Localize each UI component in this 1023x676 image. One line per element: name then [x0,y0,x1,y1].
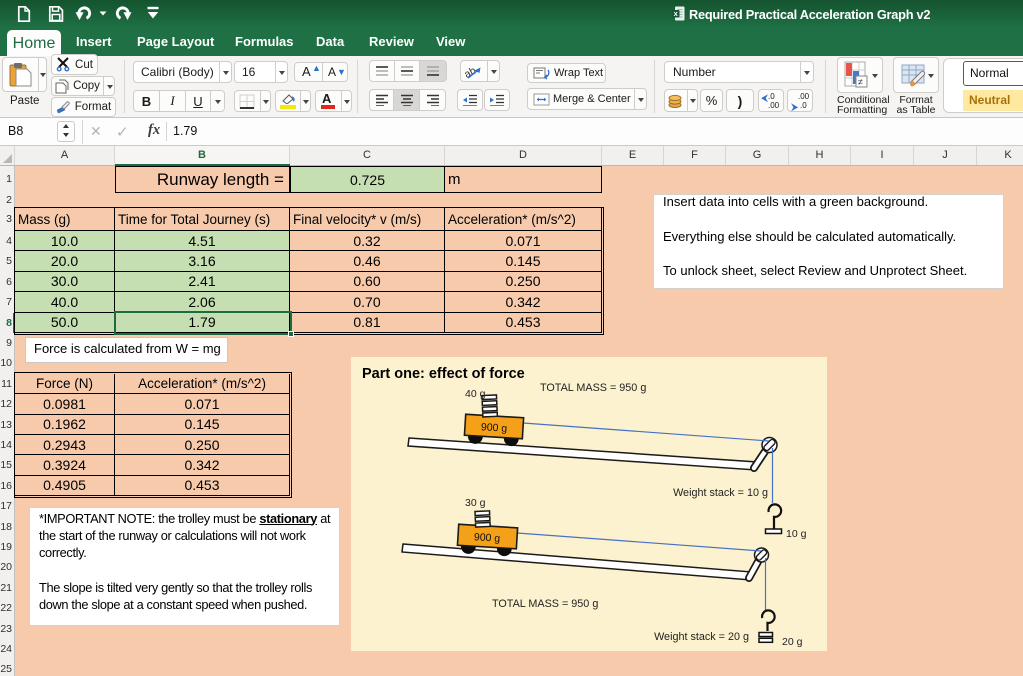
svg-text:Weight stack = 10 g: Weight stack = 10 g [673,487,768,499]
svg-text:900 g: 900 g [474,531,501,545]
svg-text:TOTAL MASS = 950 g: TOTAL MASS = 950 g [540,382,646,394]
svg-text:TOTAL MASS = 950 g: TOTAL MASS = 950 g [492,598,598,610]
svg-text:40 g: 40 g [465,388,486,400]
svg-text:Weight stack = 20 g: Weight stack = 20 g [654,631,749,643]
svg-text:30 g: 30 g [465,497,486,509]
svg-text:Part one: effect of force: Part one: effect of force [362,366,525,382]
svg-text:≠: ≠ [858,77,863,87]
svg-text:20 g: 20 g [782,636,803,648]
svg-text:ab: ab [465,65,478,80]
svg-text:900 g: 900 g [481,421,508,435]
svg-text:10 g: 10 g [786,528,807,540]
